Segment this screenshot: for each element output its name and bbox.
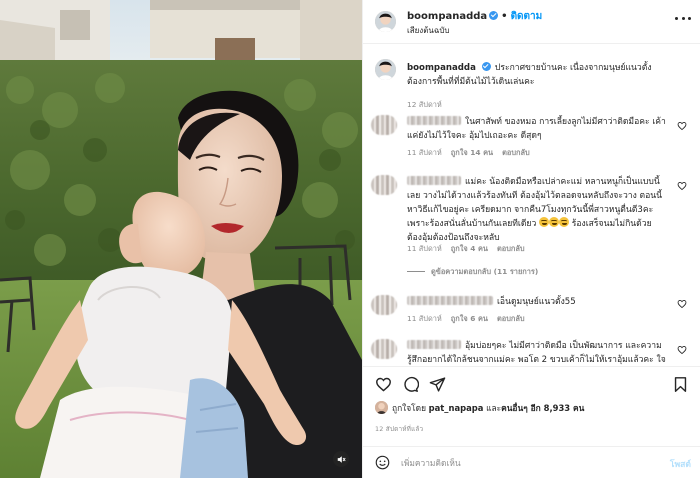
commenter-avatar-blurred[interactable] bbox=[371, 339, 397, 359]
verified-badge-icon bbox=[489, 11, 499, 20]
comment-like-heart-icon[interactable] bbox=[677, 121, 687, 131]
instagram-post-viewer: boompanadda • ติดตาม เสียงต้นฉบับ boompana… bbox=[0, 0, 700, 478]
reply-button[interactable]: ตอบกลับ bbox=[497, 244, 525, 253]
likes-others-link[interactable]: คนอื่นๆ อีก 8,933 คน bbox=[501, 403, 584, 413]
bookmark-icon[interactable] bbox=[672, 376, 689, 393]
commenter-username-blurred[interactable] bbox=[407, 296, 493, 305]
mute-toggle-button[interactable] bbox=[333, 451, 349, 467]
laughing-emoji-icon bbox=[539, 217, 550, 227]
commenter-avatar-blurred[interactable] bbox=[371, 175, 397, 195]
comment-text: เอ็นดูมนุษย์แนวตั้ง55 bbox=[497, 297, 576, 307]
heart-icon[interactable] bbox=[375, 376, 392, 393]
comment-text-block: แม่คะ น้องติดมือหรือเปล่าคะแม่ หลานหนูก็… bbox=[407, 175, 669, 245]
commenter-username-blurred[interactable] bbox=[407, 340, 461, 349]
comment-time[interactable]: 11 สัปดาห์ bbox=[407, 148, 442, 157]
post-video[interactable] bbox=[0, 0, 362, 478]
comment-like-heart-icon[interactable] bbox=[677, 345, 687, 355]
commenter-username-blurred[interactable] bbox=[407, 116, 461, 125]
liker-username[interactable]: pat_napapa bbox=[429, 403, 484, 413]
caption-username[interactable]: boompanadda bbox=[407, 63, 476, 73]
comment-composer: โพสต์ bbox=[363, 446, 700, 478]
caption-time: 12 สัปดาห์ bbox=[407, 99, 451, 111]
likes-middle: และ bbox=[486, 403, 502, 413]
speaker-muted-icon bbox=[337, 455, 346, 463]
verified-badge-icon bbox=[481, 62, 491, 71]
laughing-emoji-icon bbox=[549, 217, 560, 227]
follow-button[interactable]: ติดตาม bbox=[511, 11, 543, 22]
emoji-smile-icon[interactable] bbox=[375, 455, 390, 470]
paper-plane-icon[interactable] bbox=[429, 376, 446, 393]
view-replies-label: ดูข้อความตอบกลับ (11 รายการ) bbox=[431, 267, 539, 276]
comment-like-heart-icon[interactable] bbox=[677, 299, 687, 309]
view-replies-button[interactable]: ดูข้อความตอบกลับ (11 รายการ) bbox=[407, 266, 538, 278]
comment-meta: 11 สัปดาห์ ถูกใจ 4 คน ตอบกลับ bbox=[407, 243, 534, 255]
comment-input[interactable] bbox=[401, 453, 651, 473]
comment-text-block: อุ้มบ่อยๆคะ ไม่มีศาว่าติดมือ เป็นพัฒนากา… bbox=[407, 339, 669, 365]
comment-icon[interactable] bbox=[402, 376, 419, 393]
commenter-username-blurred[interactable] bbox=[407, 176, 461, 185]
post-timestamp[interactable]: 12 สัปดาห์ที่แล้ว bbox=[375, 424, 423, 434]
author-avatar[interactable] bbox=[375, 11, 396, 32]
likes-summary: ถูกใจโดย pat_napapa และคนอื่นๆ อีก 8,933… bbox=[375, 401, 584, 419]
commenter-avatar-blurred[interactable] bbox=[371, 115, 397, 135]
post-comment-button[interactable]: โพสต์ bbox=[670, 457, 691, 471]
reply-button[interactable]: ตอบกลับ bbox=[502, 148, 530, 157]
comment-like-heart-icon[interactable] bbox=[677, 181, 687, 191]
likes-prefix: ถูกใจโดย bbox=[392, 403, 426, 413]
more-horizontal-icon[interactable] bbox=[675, 17, 691, 21]
post-action-bar bbox=[363, 366, 700, 400]
comment-text-block: เอ็นดูมนุษย์แนวตั้ง55 bbox=[407, 295, 669, 309]
laughing-emoji-icon bbox=[559, 217, 570, 227]
comment-meta: 11 สัปดาห์ ถูกใจ 14 คน ตอบกลับ bbox=[407, 147, 539, 159]
comments-thread[interactable]: boompanadda ประกาศขายบ้านคะ เนื่องจากมนุษ… bbox=[363, 45, 700, 365]
comment-likes[interactable]: ถูกใจ 6 คน bbox=[451, 314, 488, 323]
caption-timestamp[interactable]: 12 สัปดาห์ bbox=[407, 100, 442, 109]
comment-time[interactable]: 11 สัปดาห์ bbox=[407, 244, 442, 253]
reply-button[interactable]: ตอบกลับ bbox=[497, 314, 525, 323]
post-header: boompanadda • ติดตาม เสียงต้นฉบับ bbox=[363, 0, 700, 44]
original-audio-link[interactable]: เสียงต้นฉบับ bbox=[407, 24, 449, 37]
author-line: boompanadda • ติดตาม bbox=[407, 9, 542, 24]
author-username[interactable]: boompanadda bbox=[407, 11, 487, 22]
comment-text-block: ในศาสัพท์ ของหมอ การเลี้ยงลูกไม่มีศาว่าต… bbox=[407, 115, 669, 143]
comment-likes[interactable]: ถูกใจ 14 คน bbox=[451, 148, 493, 157]
comment-meta: 11 สัปดาห์ ถูกใจ 6 คน ตอบกลับ bbox=[407, 313, 534, 325]
liker-avatar[interactable] bbox=[375, 401, 388, 414]
video-frame-illustration bbox=[0, 0, 362, 478]
post-sidebar: boompanadda • ติดตาม เสียงต้นฉบับ boompana… bbox=[362, 0, 700, 478]
commenter-avatar-blurred[interactable] bbox=[371, 295, 397, 315]
author-avatar[interactable] bbox=[375, 59, 396, 80]
comment-time[interactable]: 11 สัปดาห์ bbox=[407, 314, 442, 323]
caption-text-block: boompanadda ประกาศขายบ้านคะ เนื่องจากมนุษ… bbox=[407, 61, 669, 89]
separator-dot: • bbox=[501, 11, 508, 22]
comment-likes[interactable]: ถูกใจ 4 คน bbox=[451, 244, 488, 253]
replies-divider bbox=[407, 271, 425, 272]
